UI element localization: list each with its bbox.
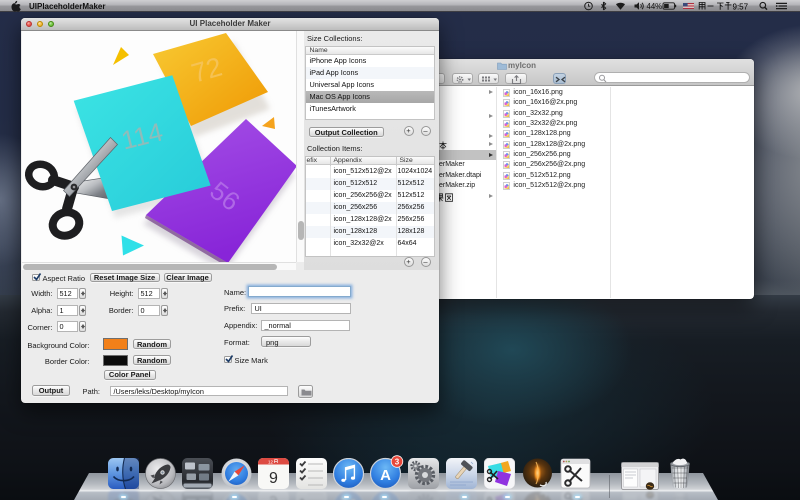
svg-text:3: 3 <box>394 457 399 466</box>
svg-text:9: 9 <box>269 470 278 487</box>
svg-text:44%: 44% <box>647 2 663 11</box>
svg-text:9: 9 <box>269 492 278 500</box>
svg-text:12: 12 <box>268 459 273 464</box>
svg-text:A: A <box>380 467 391 484</box>
svg-text:9:57: 9:57 <box>733 2 749 11</box>
